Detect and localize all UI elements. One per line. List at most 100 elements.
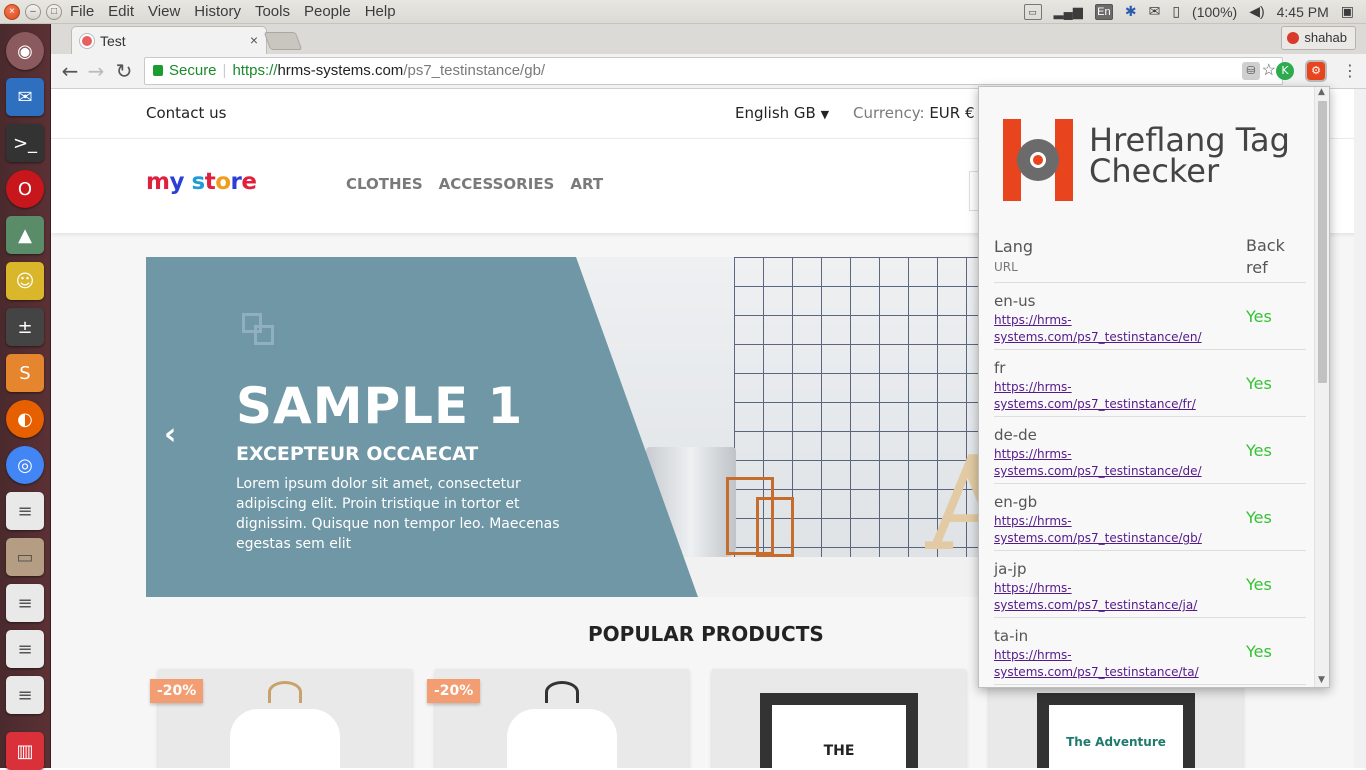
row-url-link[interactable]: https://hrms-systems.com/ps7_testinstanc… xyxy=(994,513,1214,547)
nav-accessories[interactable]: ACCESSORIES xyxy=(439,175,555,193)
hreflang-table: Lang URL Back ref en-us https://hrms-sys… xyxy=(994,227,1306,685)
profile-button[interactable]: shahab xyxy=(1281,26,1356,50)
menu-view[interactable]: View xyxy=(148,3,180,20)
row-backref: Yes xyxy=(1246,642,1272,661)
volume-icon[interactable]: ◀) xyxy=(1249,3,1264,20)
menu-edit[interactable]: Edit xyxy=(108,3,134,20)
table-row: ja-jp https://hrms-systems.com/ps7_testi… xyxy=(994,551,1306,618)
profile-avatar-icon xyxy=(1287,32,1300,44)
mail-icon[interactable]: ✉ xyxy=(1149,3,1161,20)
address-bar[interactable]: Secure | https://hrms-systems.com/ps7_test… xyxy=(144,57,1283,85)
row-lang: ta-in xyxy=(994,627,1029,645)
row-url-link[interactable]: https://hrms-systems.com/ps7_testinstanc… xyxy=(994,647,1214,681)
scroll-up-icon[interactable]: ▲ xyxy=(1318,87,1325,97)
text-file-icon[interactable]: ≡ xyxy=(6,676,44,714)
calculator-icon[interactable]: ± xyxy=(6,308,44,346)
text-file-icon[interactable]: ≡ xyxy=(6,492,44,530)
new-tab-button[interactable] xyxy=(263,32,303,50)
signal-icon[interactable]: ▂▄▆ xyxy=(1054,4,1083,20)
browser-menu-icon[interactable]: ⋮ xyxy=(1341,62,1359,80)
window-minimize-button[interactable]: – xyxy=(25,4,41,20)
tab-active[interactable]: Test × xyxy=(71,26,267,54)
product-image xyxy=(507,709,617,768)
store-logo[interactable]: my store xyxy=(146,169,257,195)
nav-clothes[interactable]: CLOTHES xyxy=(346,175,423,193)
col-url-header: URL xyxy=(994,260,1018,274)
opera-icon[interactable]: O xyxy=(6,170,44,208)
product-card[interactable]: THE xyxy=(712,669,966,768)
row-lang: ja-jp xyxy=(994,560,1027,578)
menu-file[interactable]: File xyxy=(70,3,94,20)
hanger-icon xyxy=(268,681,302,703)
row-lang: en-gb xyxy=(994,493,1038,511)
nav-art[interactable]: ART xyxy=(570,175,603,193)
window-close-button[interactable]: × xyxy=(4,4,20,20)
battery-icon[interactable]: ▯ xyxy=(1172,3,1180,20)
col-lang-header: Lang xyxy=(994,237,1034,256)
thunderbird-icon[interactable]: ✉ xyxy=(6,78,44,116)
product-image xyxy=(230,709,340,768)
gnome-tweak-icon[interactable]: ☺ xyxy=(6,262,44,300)
window-maximize-button[interactable]: □ xyxy=(46,4,62,20)
forward-icon[interactable]: → xyxy=(85,60,107,82)
product-card[interactable]: -20% xyxy=(150,669,412,768)
slide-lantern xyxy=(756,497,794,557)
row-url-link[interactable]: https://hrms-systems.com/ps7_testinstanc… xyxy=(994,379,1214,413)
table-row: ta-in https://hrms-systems.com/ps7_testi… xyxy=(994,618,1306,685)
url-scheme: https:// xyxy=(232,62,278,79)
row-url-link[interactable]: https://hrms-systems.com/ps7_testinstanc… xyxy=(994,446,1214,480)
secure-label[interactable]: Secure xyxy=(169,62,217,79)
lock-icon[interactable] xyxy=(153,65,163,76)
page-scrollbar[interactable] xyxy=(1354,89,1366,768)
popup-title-line2: Checker xyxy=(1089,152,1220,190)
language-selector[interactable]: English GB ▼ xyxy=(735,104,829,122)
hanger-icon xyxy=(545,681,579,703)
menu-history[interactable]: History xyxy=(194,3,241,20)
product-card[interactable]: -20% xyxy=(427,669,689,768)
row-lang: en-us xyxy=(994,292,1036,310)
menu-help[interactable]: Help xyxy=(365,3,396,20)
chrome-icon[interactable]: ◎ xyxy=(6,446,44,484)
archive-icon[interactable]: ▭ xyxy=(6,538,44,576)
currency-selector[interactable]: Currency: EUR € xyxy=(853,104,975,122)
contact-us-link[interactable]: Contact us xyxy=(146,104,226,122)
col-backref-header: Back ref xyxy=(1246,236,1285,277)
tab-close-icon[interactable]: × xyxy=(250,32,258,48)
table-row: en-us https://hrms-systems.com/ps7_testi… xyxy=(994,283,1306,350)
carousel-prev-icon[interactable]: ‹ xyxy=(164,417,176,452)
row-backref: Yes xyxy=(1246,575,1272,594)
scrollbar-thumb[interactable] xyxy=(1318,101,1327,383)
text-file-icon[interactable]: ≡ xyxy=(6,584,44,622)
extension-database-icon[interactable]: ⛁ xyxy=(1242,62,1260,80)
scroll-down-icon[interactable]: ▼ xyxy=(1318,675,1325,685)
slide-deco-icon xyxy=(254,325,274,345)
text-file-icon[interactable]: ≡ xyxy=(6,630,44,668)
firefox-icon[interactable]: ◐ xyxy=(6,400,44,438)
extension-k-icon[interactable]: K xyxy=(1276,62,1294,80)
frame-text: THE xyxy=(823,743,855,759)
row-url-link[interactable]: https://hrms-systems.com/ps7_testinstanc… xyxy=(994,312,1214,346)
keyboard-layout-indicator[interactable]: En xyxy=(1094,3,1113,20)
reload-icon[interactable]: ↻ xyxy=(113,60,135,82)
dash-icon[interactable]: ◉ xyxy=(6,32,44,70)
sublime-text-icon[interactable]: S xyxy=(6,354,44,392)
slide-letter-decoration: A xyxy=(926,427,981,580)
menu-people[interactable]: People xyxy=(304,3,351,20)
row-url-link[interactable]: https://hrms-systems.com/ps7_testinstanc… xyxy=(994,580,1214,614)
hreflang-extension-icon[interactable]: ⚙ xyxy=(1305,60,1327,82)
system-settings-icon[interactable]: ▣ xyxy=(1341,3,1354,20)
system-monitor-icon[interactable]: ▲ xyxy=(6,216,44,254)
row-lang: de-de xyxy=(994,426,1037,444)
hreflang-logo-icon xyxy=(1003,119,1073,201)
system-menubar: × – □ File Edit View History Tools Peopl… xyxy=(0,0,1366,24)
main-navigation: CLOTHES ACCESSORIES ART xyxy=(346,175,603,193)
clock[interactable]: 4:45 PM xyxy=(1277,4,1329,20)
bookmark-star-icon[interactable]: ☆ xyxy=(1262,58,1276,84)
bluetooth-icon[interactable]: ✱ xyxy=(1125,3,1137,20)
drive-icon[interactable]: ▭ xyxy=(1023,3,1042,20)
terminal-icon[interactable]: >_ xyxy=(6,124,44,162)
back-icon[interactable]: ← xyxy=(59,60,81,82)
menu-tools[interactable]: Tools xyxy=(255,3,290,20)
trash-icon[interactable]: ▥ xyxy=(6,732,44,770)
popup-scrollbar[interactable]: ▲ ▼ xyxy=(1314,87,1329,687)
